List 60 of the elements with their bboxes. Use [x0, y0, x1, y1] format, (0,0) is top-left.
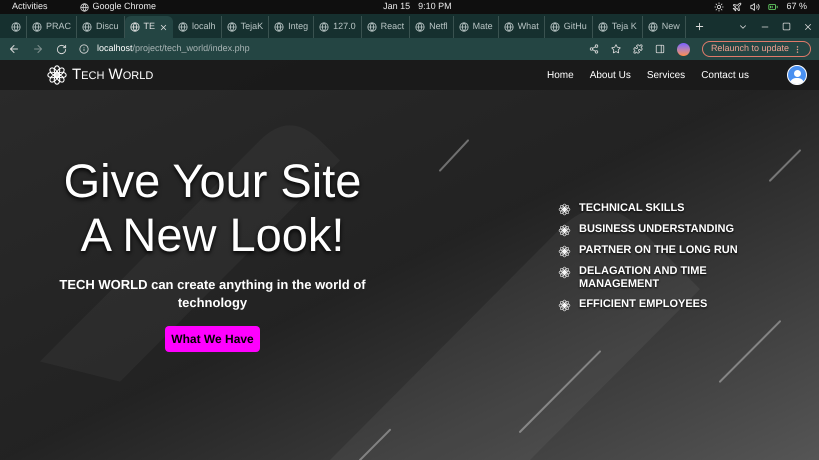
favicon-icon [415, 22, 426, 32]
new-tab-icon[interactable] [694, 21, 705, 32]
volume-icon[interactable] [750, 2, 760, 12]
airplane-icon[interactable] [732, 2, 742, 12]
app-name: Google Chrome [92, 0, 156, 14]
battery-percent: 67 % [786, 0, 807, 14]
feature-item: EFFICIENT EMPLOYEES [579, 298, 708, 311]
nav-link[interactable]: Contact us [701, 68, 749, 82]
feature-item: PARTNER ON THE LONG RUN [579, 244, 739, 257]
favicon-icon [130, 22, 140, 32]
flower-icon [558, 266, 571, 279]
favicon-icon [274, 22, 284, 32]
relaunch-button[interactable]: Relaunch to update [702, 41, 811, 57]
favicon-icon [648, 22, 658, 32]
extensions-icon[interactable] [632, 44, 643, 54]
brightness-icon[interactable] [714, 2, 724, 12]
feature-item: DELAGATION AND TIME MANAGEMENT [579, 265, 708, 291]
share-icon[interactable] [588, 44, 599, 54]
hero-title: A New Look! [80, 208, 344, 262]
what-we-have-button[interactable]: What We Have [165, 326, 260, 352]
side-panel-icon[interactable] [654, 44, 665, 54]
favicon-icon [226, 22, 237, 32]
user-avatar-icon[interactable] [787, 65, 807, 85]
favicon-icon [319, 22, 330, 32]
restore-icon[interactable] [782, 22, 791, 31]
nav-link[interactable]: Home [547, 68, 574, 82]
site-info-icon[interactable] [79, 44, 89, 54]
favicon-icon [598, 22, 608, 32]
favicon-icon [366, 22, 377, 32]
battery-icon[interactable] [768, 2, 778, 12]
bookmark-star-icon[interactable] [610, 44, 621, 54]
close-window-icon[interactable] [803, 22, 813, 32]
time-text: 9:10 PM [418, 0, 452, 14]
hero-subtitle: TECH WORLD can create anything in the world of technology [58, 276, 367, 312]
favicon-icon [11, 22, 21, 32]
back-icon[interactable] [8, 43, 20, 55]
favicon-icon [178, 22, 188, 32]
activities-button[interactable]: Activities [12, 0, 48, 14]
nav-link[interactable]: About Us [590, 68, 631, 82]
url-text[interactable]: localhost/project/tech_world/index.php [97, 42, 250, 56]
flower-icon [558, 245, 571, 258]
reload-icon[interactable] [56, 44, 67, 54]
browser-tab[interactable]: TE [124, 16, 174, 38]
hero-title: Give Your Site [64, 154, 362, 208]
favicon-icon [504, 22, 514, 32]
flower-icon [558, 203, 571, 216]
feature-item: BUSINESS UNDERSTANDING [579, 223, 736, 236]
profile-avatar[interactable] [676, 42, 690, 56]
flower-icon [558, 299, 571, 312]
favicon-icon [32, 22, 42, 32]
favicon-icon [458, 22, 469, 32]
feature-item: TECHNICAL SKILLS [579, 202, 686, 215]
nav-link[interactable]: Services [646, 68, 686, 82]
date-text: Jan 15 [383, 0, 410, 14]
flower-icon [558, 224, 571, 237]
close-icon[interactable] [159, 22, 168, 32]
logo-text[interactable]: Tech World [72, 64, 154, 86]
logo-icon [46, 64, 68, 86]
favicon-icon [82, 22, 92, 32]
favicon-icon [550, 22, 560, 32]
